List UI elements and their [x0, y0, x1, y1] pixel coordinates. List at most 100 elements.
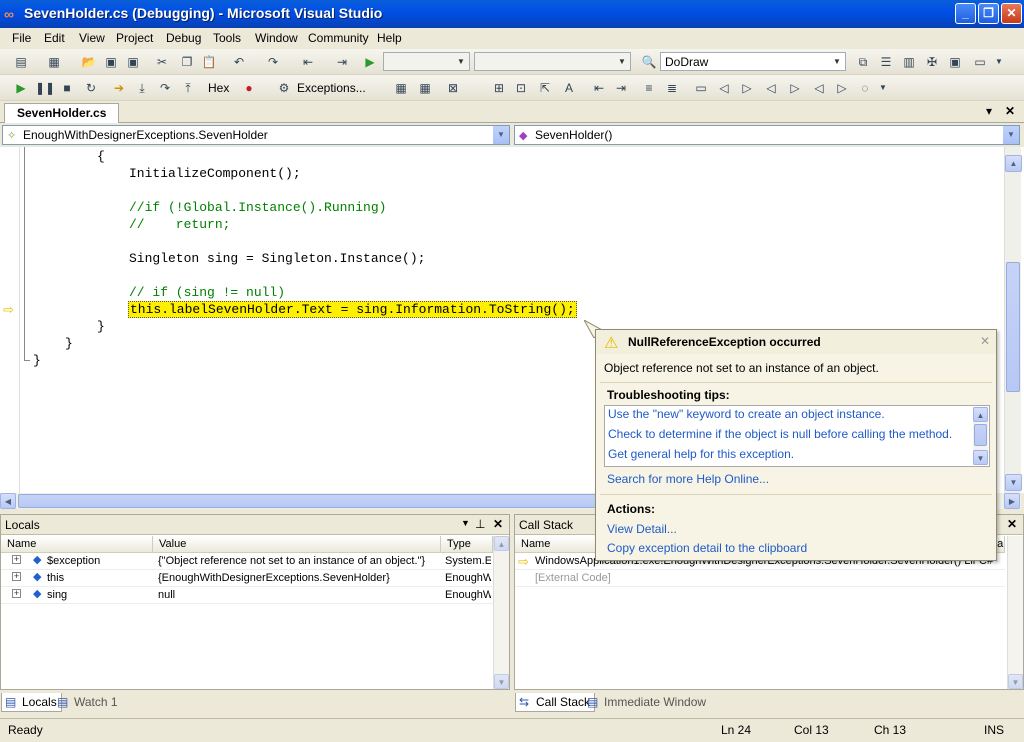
undo-icon[interactable]: ↶ [230, 53, 248, 71]
menu-window[interactable]: Window [255, 31, 298, 45]
tips-scrollbar[interactable]: ▲ ▼ [973, 407, 988, 465]
menu-debug[interactable]: Debug [166, 31, 201, 45]
menu-community[interactable]: Community [308, 31, 369, 45]
type-combo[interactable]: ✧ EnoughWithDesignerExceptions.SevenHold… [2, 125, 510, 145]
active-files-dropdown-icon[interactable]: ▾ [986, 104, 992, 118]
tab-locals[interactable]: ▤ Locals [1, 693, 62, 712]
command-window-icon[interactable]: ▭ [971, 53, 989, 71]
format-icon[interactable]: ⊞ [490, 79, 508, 97]
save-icon[interactable]: ▣ [102, 53, 120, 71]
column-header-name[interactable]: Name [1, 536, 153, 553]
show-next-statement-icon[interactable]: ➔ [110, 79, 128, 97]
menu-view[interactable]: View [79, 31, 105, 45]
scroll-right-icon[interactable]: ▶ [1004, 493, 1020, 509]
window-position-icon[interactable]: ▼ [461, 518, 470, 528]
editor-vertical-scrollbar[interactable]: ▲ ▼ [1004, 147, 1022, 493]
expand-icon[interactable]: + [12, 555, 21, 564]
scroll-up-icon[interactable]: ▲ [494, 536, 509, 551]
comment-out-icon[interactable]: ≡ [640, 79, 658, 97]
bookmark-folder-prev-icon[interactable]: ◁ [762, 79, 780, 97]
scroll-thumb[interactable] [974, 424, 987, 446]
bookmark-file-prev-icon[interactable]: ◁ [810, 79, 828, 97]
title-bar[interactable]: ∞ SevenHolder.cs (Debugging) - Microsoft… [0, 0, 1024, 28]
menu-project[interactable]: Project [116, 31, 153, 45]
navigate-forward-icon[interactable]: ⇥ [333, 53, 351, 71]
view-detail-link[interactable]: View Detail... [607, 522, 677, 536]
find-combo[interactable]: DoDraw ▼ [660, 52, 846, 71]
table-row[interactable]: + ◆ sing null EnoughW [1, 587, 493, 604]
bookmark-file-next-icon[interactable]: ▷ [833, 79, 851, 97]
tip-link[interactable]: Check to determine if the object is null… [608, 427, 952, 441]
memory-icon[interactable]: ▦ [392, 79, 410, 97]
continue-icon[interactable]: ▶ [12, 79, 30, 97]
scroll-down-icon[interactable]: ▼ [973, 450, 988, 465]
find-in-files-icon[interactable]: 🔍 [640, 53, 658, 71]
bookmark-icon[interactable]: ▭ [692, 79, 710, 97]
clear-bookmarks-icon[interactable]: ◌ [856, 79, 874, 97]
copy-icon[interactable]: ❐ [178, 53, 196, 71]
font-size-icon[interactable]: A [560, 79, 578, 97]
cut-icon[interactable]: ✂ [153, 53, 171, 71]
start-debug-icon[interactable]: ▶ [361, 53, 379, 71]
tab-sevenholder-cs[interactable]: SevenHolder.cs [4, 103, 120, 123]
tip-link[interactable]: Get general help for this exception. [608, 447, 794, 461]
indent-icon[interactable]: ⇥ [612, 79, 630, 97]
step-out-icon[interactable]: ⤒ [179, 79, 197, 97]
start-page-icon[interactable]: ▣ [946, 53, 964, 71]
scroll-down-icon[interactable]: ▼ [1008, 674, 1023, 689]
search-help-online-link[interactable]: Search for more Help Online... [607, 472, 769, 486]
step-into-icon[interactable]: ⤓ [133, 79, 151, 97]
solution-explorer-icon[interactable]: ⧉ [854, 53, 872, 71]
select-cursor-icon[interactable]: ⇱ [536, 79, 554, 97]
menu-tools[interactable]: Tools [213, 31, 241, 45]
stop-icon[interactable]: ■ [58, 79, 76, 97]
disassembly-icon[interactable]: ⊠ [444, 79, 462, 97]
restore-button[interactable]: ❐ [978, 3, 999, 24]
indicator-margin[interactable]: ⇨ [0, 147, 20, 493]
scroll-up-icon[interactable]: ▲ [1005, 155, 1022, 172]
breakpoints-icon[interactable]: ● [240, 79, 258, 97]
toolbox-icon[interactable]: ✠ [923, 53, 941, 71]
scroll-thumb[interactable] [18, 494, 598, 508]
properties-icon[interactable]: ☰ [877, 53, 895, 71]
step-over-icon[interactable]: ↷ [156, 79, 174, 97]
bookmark-next-icon[interactable]: ▷ [738, 79, 756, 97]
close-document-icon[interactable]: ✕ [1005, 104, 1015, 118]
table-row[interactable]: + ◆ this {EnoughWithDesignerExceptions.S… [1, 570, 493, 587]
scroll-down-icon[interactable]: ▼ [1005, 474, 1022, 491]
close-panel-icon[interactable]: ✕ [493, 517, 503, 531]
redo-icon[interactable]: ↷ [264, 53, 282, 71]
tip-link[interactable]: Use the "new" keyword to create an objec… [608, 407, 885, 421]
toolbar-options-icon[interactable]: ▼ [874, 79, 892, 97]
scroll-up-icon[interactable]: ▲ [973, 407, 988, 422]
restart-icon[interactable]: ↻ [82, 79, 100, 97]
menu-edit[interactable]: Edit [44, 31, 65, 45]
registers-icon[interactable]: ▦ [416, 79, 434, 97]
navigate-backward-icon[interactable]: ⇤ [299, 53, 317, 71]
exceptions-icon[interactable]: ⚙ [275, 79, 293, 97]
object-browser-icon[interactable]: ▥ [900, 53, 918, 71]
call-stack-scrollbar[interactable]: ▼ [1007, 536, 1023, 689]
save-all-icon[interactable]: ▣ [124, 53, 142, 71]
tab-watch-1[interactable]: ▤ Watch 1 [54, 693, 122, 712]
member-combo[interactable]: ◆ SevenHolder() ▼ [514, 125, 1020, 145]
open-file-icon[interactable]: 📂 [80, 53, 98, 71]
uncomment-icon[interactable]: ≣ [663, 79, 681, 97]
paste-icon[interactable]: 📋 [200, 53, 218, 71]
scroll-left-icon[interactable]: ◀ [0, 493, 16, 509]
menu-file[interactable]: File [12, 31, 31, 45]
toolbar-options-icon[interactable]: ▼ [990, 53, 1008, 71]
solution-config-combo[interactable]: ▼ [383, 52, 470, 71]
locals-scrollbar[interactable]: ▲ ▼ [493, 536, 509, 689]
bookmark-folder-next-icon[interactable]: ▷ [786, 79, 804, 97]
outdent-icon[interactable]: ⇤ [590, 79, 608, 97]
scroll-thumb[interactable] [1006, 262, 1020, 392]
tab-immediate-window[interactable]: ▤ Immediate Window [584, 693, 710, 712]
break-all-icon[interactable]: ❚❚ [35, 79, 55, 97]
menu-help[interactable]: Help [377, 31, 402, 45]
close-button[interactable]: ✕ [1001, 3, 1022, 24]
expand-icon[interactable]: + [12, 572, 21, 581]
solution-platform-combo[interactable]: ▼ [474, 52, 631, 71]
column-header-type[interactable]: Type [441, 536, 493, 553]
hex-button[interactable]: Hex [208, 81, 229, 95]
